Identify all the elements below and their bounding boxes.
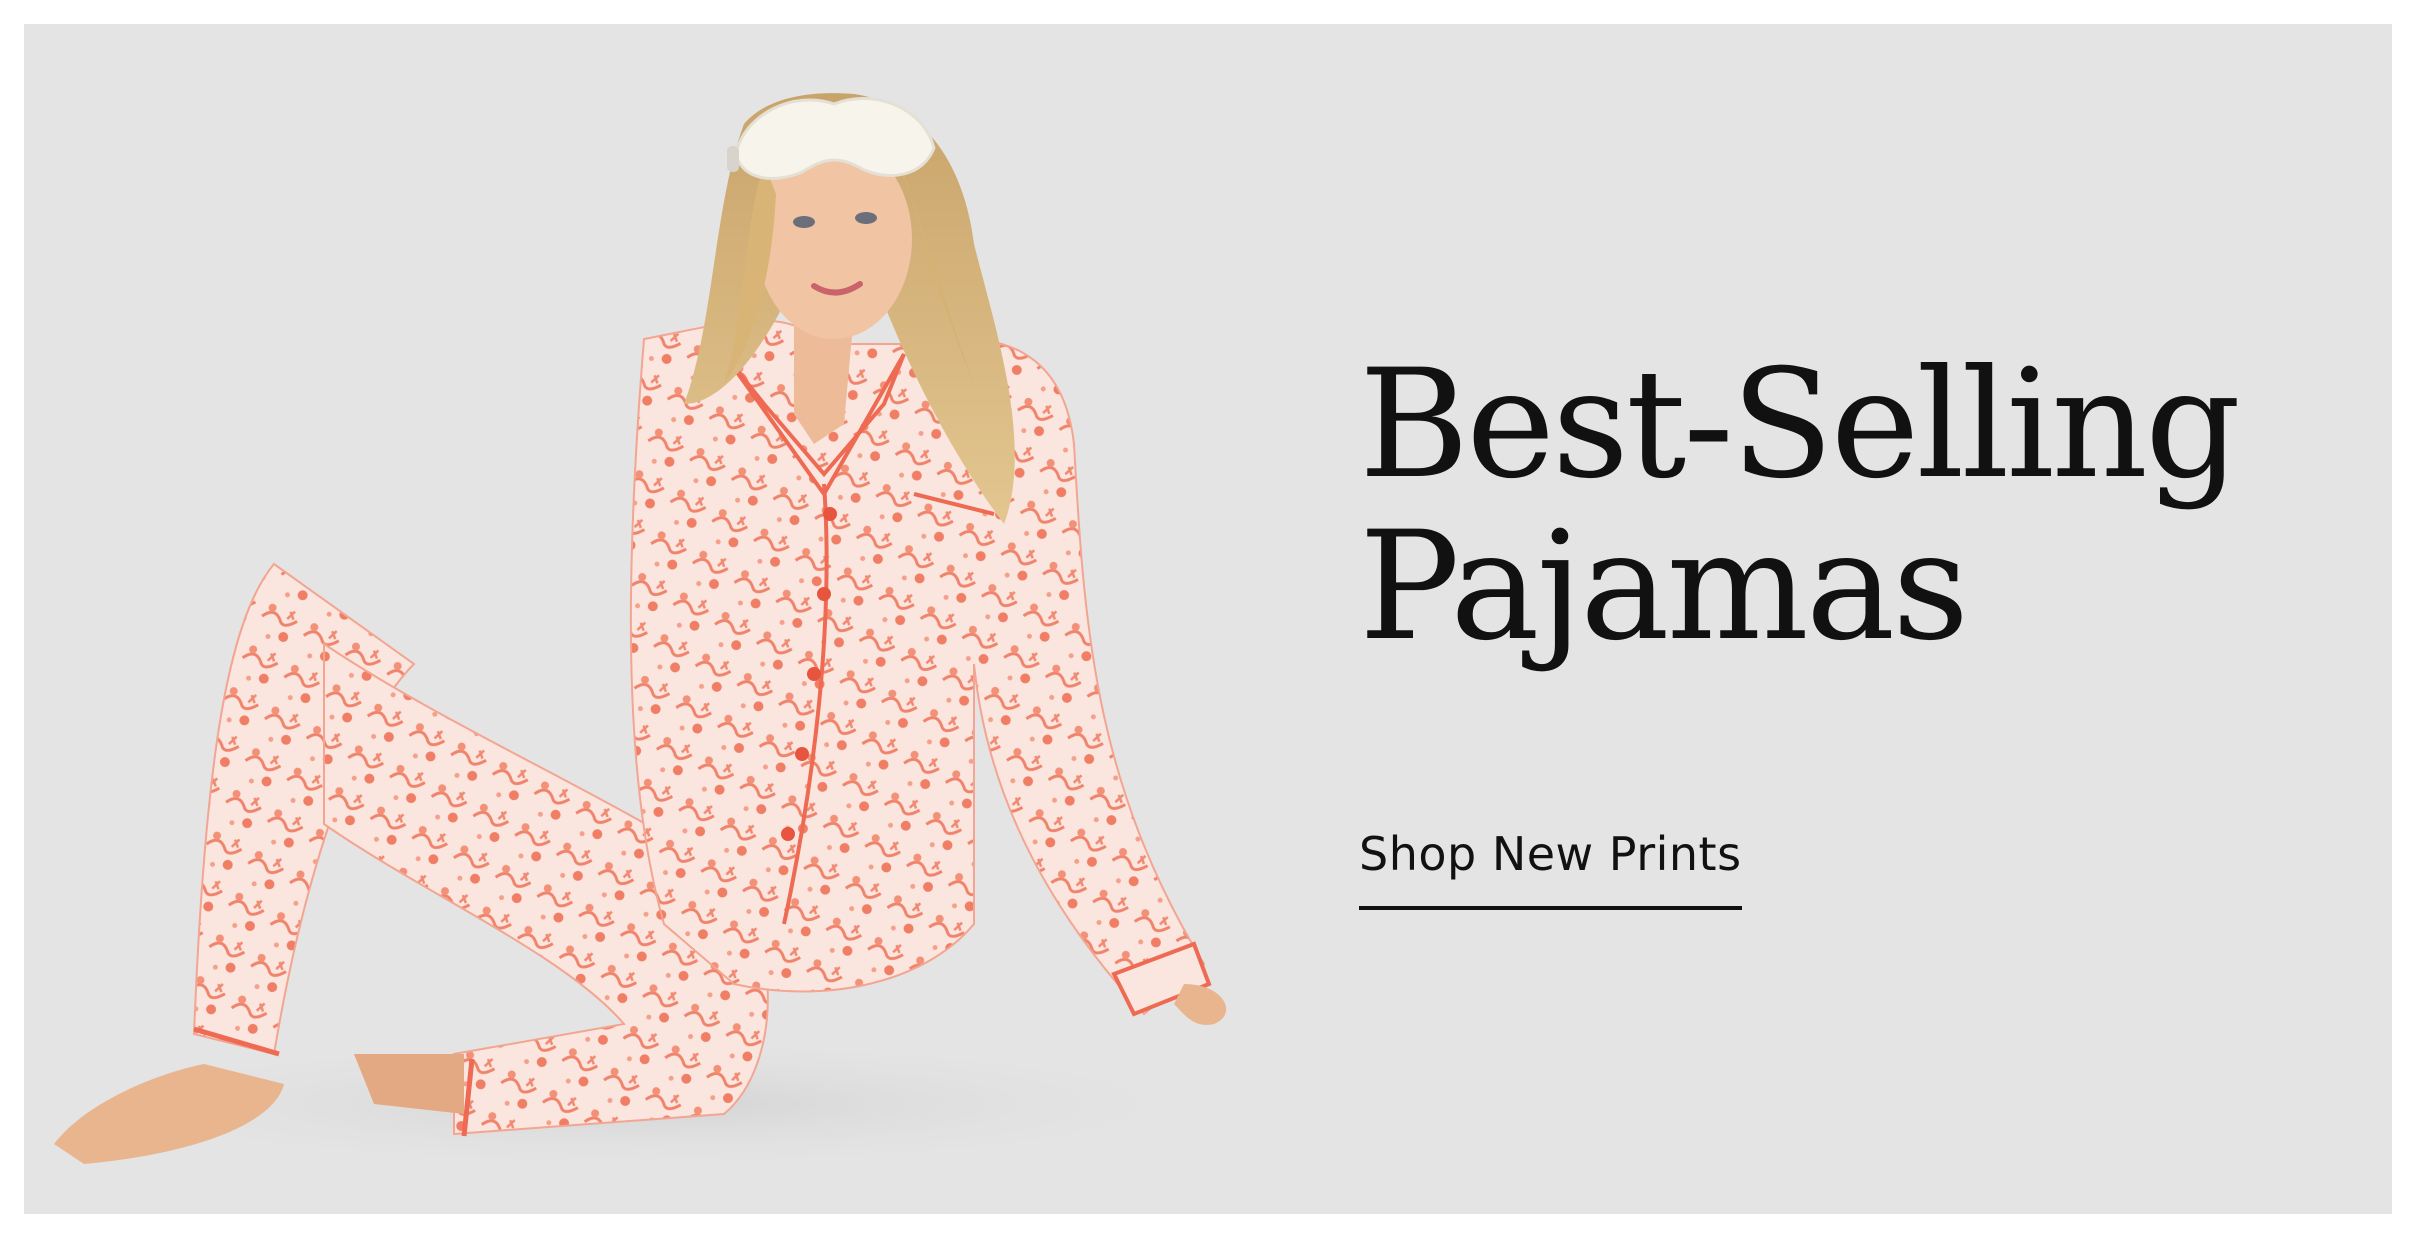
hero-headline: Best-Selling Pajamas [1359, 344, 2339, 668]
headline-line-1: Best-Selling [1359, 338, 2241, 512]
headline-line-2: Pajamas [1359, 500, 1969, 674]
hero-image[interactable] [24, 24, 1284, 1214]
hero-banner: Best-Selling Pajamas Shop New Prints [24, 24, 2392, 1214]
hero-copy: Best-Selling Pajamas Shop New Prints [1359, 344, 2339, 910]
shop-new-prints-link[interactable]: Shop New Prints [1359, 828, 1742, 910]
